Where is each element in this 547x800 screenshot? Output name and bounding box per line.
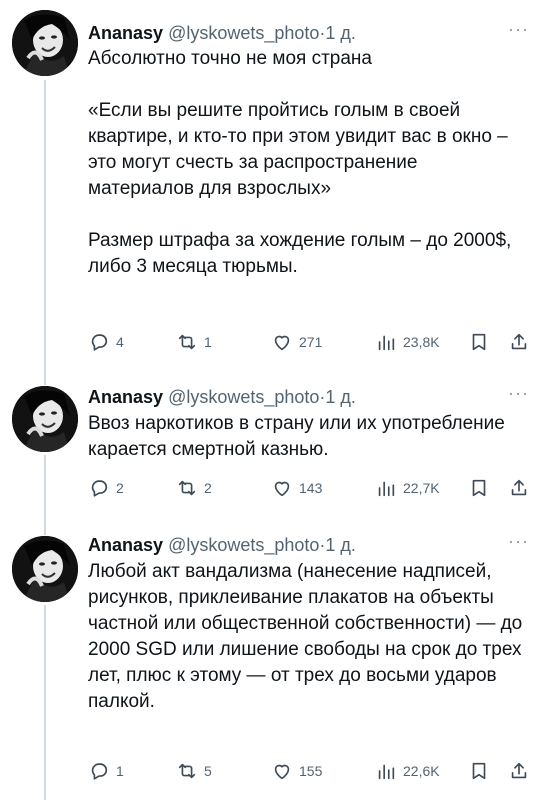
- action-bar: 1 5 155 22,6K: [88, 759, 533, 783]
- avatar-image: [12, 10, 78, 76]
- repost-count: 2: [204, 480, 212, 496]
- timestamp[interactable]: 1 д.: [325, 23, 356, 43]
- thread-connector: [44, 375, 46, 385]
- repost-button[interactable]: 5: [176, 759, 212, 783]
- views-chart-icon: [378, 481, 395, 497]
- like-count: 155: [299, 763, 323, 779]
- bookmark-button[interactable]: [468, 476, 496, 500]
- avatar[interactable]: [12, 10, 78, 76]
- bookmark-button[interactable]: [468, 759, 496, 783]
- tweet-text: Любой акт вандализма (нанесение надписей…: [88, 561, 523, 712]
- reply-count: 1: [116, 763, 124, 779]
- thread-connector: [44, 80, 46, 375]
- thread-connector: [44, 605, 46, 800]
- share-icon: [511, 762, 527, 779]
- tweet-text: Абсолютно точно не моя страна «Если вы р…: [88, 48, 512, 277]
- author-name[interactable]: Ananasy: [88, 387, 163, 407]
- reply-button[interactable]: 4: [88, 330, 124, 354]
- action-bar: 2 2 143 22,7K: [88, 476, 533, 500]
- reply-count: 2: [116, 480, 124, 496]
- bookmark-icon: [472, 479, 486, 497]
- heart-icon: [274, 335, 290, 351]
- bookmark-icon: [472, 333, 486, 351]
- repost-icon: [178, 334, 196, 350]
- repost-icon: [178, 480, 196, 496]
- thread-connector: [44, 523, 46, 535]
- avatar[interactable]: [12, 536, 78, 602]
- author-handle[interactable]: @lyskowets_photo: [168, 387, 319, 407]
- views-chart-icon: [378, 335, 395, 351]
- tweet[interactable]: Ananasy @lyskowets_photo·1 д. ··· Абсолю…: [0, 0, 547, 375]
- reply-button[interactable]: 1: [88, 759, 124, 783]
- share-button[interactable]: [508, 330, 536, 354]
- views-chart-icon: [378, 764, 395, 780]
- timestamp[interactable]: 1 д.: [325, 387, 356, 407]
- reply-button[interactable]: 2: [88, 476, 124, 500]
- timestamp[interactable]: 1 д.: [325, 535, 356, 555]
- like-count: 271: [299, 334, 323, 350]
- share-icon: [511, 333, 527, 350]
- more-options-icon[interactable]: ···: [508, 529, 529, 553]
- author-handle[interactable]: @lyskowets_photo: [168, 23, 319, 43]
- tweet-header: Ananasy @lyskowets_photo·1 д. ···: [88, 19, 535, 45]
- bookmark-button[interactable]: [468, 330, 496, 354]
- heart-icon: [274, 764, 290, 780]
- share-button[interactable]: [508, 476, 536, 500]
- reply-icon: [91, 763, 108, 780]
- more-options-icon[interactable]: ···: [508, 17, 529, 41]
- reply-count: 4: [116, 334, 124, 350]
- repost-button[interactable]: 1: [176, 330, 212, 354]
- bookmark-icon: [472, 762, 486, 780]
- author-name[interactable]: Ananasy: [88, 23, 163, 43]
- heart-icon: [274, 481, 290, 497]
- views-button[interactable]: 22,6K: [375, 759, 440, 783]
- share-button[interactable]: [508, 759, 536, 783]
- like-button[interactable]: 143: [271, 476, 322, 500]
- views-count: 23,8K: [403, 334, 440, 350]
- views-button[interactable]: 23,8K: [375, 330, 440, 354]
- reply-icon: [91, 480, 108, 497]
- tweet[interactable]: Ananasy @lyskowets_photo·1 д. ··· Ввоз н…: [0, 375, 547, 523]
- author-name[interactable]: Ananasy: [88, 535, 163, 555]
- repost-count: 1: [204, 334, 212, 350]
- tweet-text: Ввоз наркотиков в страну или их употребл…: [88, 413, 505, 460]
- tweet-header: Ananasy @lyskowets_photo·1 д. ···: [88, 531, 535, 557]
- author-handle[interactable]: @lyskowets_photo: [168, 535, 319, 555]
- more-options-icon[interactable]: ···: [508, 381, 529, 405]
- avatar-image: [12, 386, 78, 452]
- like-button[interactable]: 155: [271, 759, 322, 783]
- views-count: 22,7K: [403, 480, 440, 496]
- views-button[interactable]: 22,7K: [375, 476, 440, 500]
- avatar-image: [12, 536, 78, 602]
- repost-button[interactable]: 2: [176, 476, 212, 500]
- repost-icon: [178, 763, 196, 779]
- avatar[interactable]: [12, 386, 78, 452]
- views-count: 22,6K: [403, 763, 440, 779]
- action-bar: 4 1 271 23,8K: [88, 330, 533, 354]
- repost-count: 5: [204, 763, 212, 779]
- like-count: 143: [299, 480, 323, 496]
- tweet-header: Ananasy @lyskowets_photo·1 д. ···: [88, 383, 535, 409]
- thread-connector: [44, 455, 46, 523]
- reply-icon: [91, 334, 108, 351]
- like-button[interactable]: 271: [271, 330, 322, 354]
- share-icon: [511, 479, 527, 496]
- tweet[interactable]: Ananasy @lyskowets_photo·1 д. ··· Любой …: [0, 523, 547, 800]
